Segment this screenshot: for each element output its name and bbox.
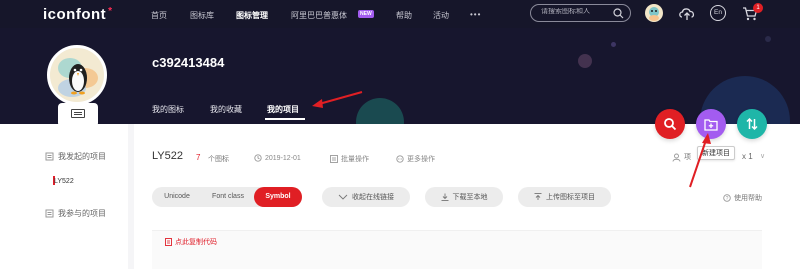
site-logo[interactable]: iconfont * [43, 6, 113, 23]
usage-help-link[interactable]: ? 使用帮助 [723, 193, 762, 203]
upload-cloud-icon[interactable] [678, 5, 696, 21]
tab-unicode[interactable]: Unicode [152, 187, 202, 207]
decor-dot [611, 42, 616, 47]
usage-help-label: 使用帮助 [734, 195, 762, 202]
user-avatar-icon[interactable] [645, 4, 663, 22]
code-area [152, 230, 762, 269]
tab-my-favorites[interactable]: 我的收藏 [210, 104, 242, 115]
sort-fab-button[interactable] [737, 109, 767, 139]
project-sidebar [0, 124, 128, 269]
chevron-down-icon[interactable]: ∨ [760, 152, 765, 160]
nav-help[interactable]: 帮助 [396, 10, 412, 21]
penguin-avatar-icon [50, 48, 104, 102]
search-fab-button[interactable] [655, 109, 685, 139]
tab-symbol[interactable]: Symbol [254, 187, 302, 207]
collapse-icon [338, 194, 348, 200]
project-title: LY522 [152, 150, 183, 162]
more-icon [396, 155, 404, 163]
decor-dot [356, 98, 404, 124]
document-icon [45, 209, 54, 218]
copy-icon [165, 238, 172, 246]
sidebar-label-joined: 我参与的项目 [58, 209, 106, 218]
search-input[interactable] [541, 8, 611, 15]
collect-online-link-button[interactable]: 收起在线链接 [322, 187, 410, 207]
nav-icon-library[interactable]: 图标库 [190, 10, 214, 21]
active-tab-underline [265, 118, 305, 120]
folder-plus-icon [704, 118, 718, 131]
tab-my-icons[interactable]: 我的图标 [152, 104, 184, 115]
sidebar-my-joined-projects[interactable]: 我参与的项目 [45, 208, 106, 219]
format-segmented-control: Unicode Font class Symbol [152, 187, 302, 207]
search-icon[interactable] [613, 8, 624, 19]
batch-operations-label: 批量操作 [341, 156, 369, 163]
person-icon [672, 153, 681, 162]
tab-font-class[interactable]: Font class [202, 187, 254, 207]
new-project-button[interactable] [696, 109, 726, 139]
document-icon [45, 152, 54, 161]
clock-icon [254, 154, 262, 162]
new-project-tooltip: 新建项目 [697, 146, 735, 160]
batch-operations-button[interactable]: 批量操作 [330, 154, 369, 164]
nav-icon-manage[interactable]: 图标管理 [236, 10, 268, 21]
upload-icons-button[interactable]: 上传图标至项目 [518, 187, 611, 207]
icon-size-value[interactable]: x 1 [742, 152, 753, 161]
batch-icon [330, 155, 338, 163]
project-settings-button[interactable]: 项 [672, 152, 691, 162]
nav-activities[interactable]: 活动 [433, 10, 449, 21]
project-date-text: 2019-12-01 [265, 154, 301, 162]
cart-badge: 1 [753, 3, 763, 13]
sidebar-my-created-projects[interactable]: 我发起的项目 [45, 151, 106, 162]
upload-icons-label: 上传图标至项目 [546, 194, 595, 201]
language-toggle[interactable]: En [710, 5, 726, 21]
nav-more[interactable]: ••• [470, 10, 481, 19]
question-icon: ? [723, 194, 731, 202]
profile-avatar[interactable] [47, 45, 107, 105]
username: c392413484 [152, 55, 225, 70]
copy-code-label: 点此复制代码 [175, 239, 217, 246]
logo-text: iconfont [43, 6, 107, 23]
project-settings-label: 项 [684, 154, 691, 161]
more-operations-label: 更多操作 [407, 156, 435, 163]
nav-alibaba-font[interactable]: 阿里巴巴普惠体 [291, 10, 347, 21]
new-badge: NEW [358, 10, 374, 18]
decor-dot [765, 36, 771, 42]
project-date: 2019-12-01 [254, 154, 301, 162]
search-box[interactable] [530, 4, 631, 22]
tab-my-projects[interactable]: 我的项目 [267, 104, 299, 115]
sort-icon [746, 117, 758, 131]
download-local-label: 下载至本地 [452, 194, 488, 201]
icon-count: 7 [196, 153, 201, 162]
collect-online-link-label: 收起在线链接 [352, 194, 394, 201]
top-navbar: iconfont * 首页 图标库 图标管理 阿里巴巴普惠体 NEW 帮助 活动… [0, 0, 800, 28]
decor-dot [578, 54, 592, 68]
sidebar-label-created: 我发起的项目 [58, 152, 106, 161]
svg-text:?: ? [726, 196, 729, 202]
nav-home[interactable]: 首页 [151, 10, 167, 21]
copy-code-link[interactable]: 点此复制代码 [165, 237, 217, 247]
download-local-button[interactable]: 下载至本地 [425, 187, 503, 207]
upload-icon [534, 193, 542, 200]
more-operations-button[interactable]: 更多操作 [396, 154, 435, 164]
download-icon [441, 193, 448, 201]
logo-star: * [108, 6, 113, 17]
profile-banner [0, 28, 800, 124]
sidebar-project-ly522[interactable]: LY522 [54, 178, 74, 185]
icon-count-label: 个图标 [208, 156, 229, 163]
search-icon [664, 118, 677, 131]
